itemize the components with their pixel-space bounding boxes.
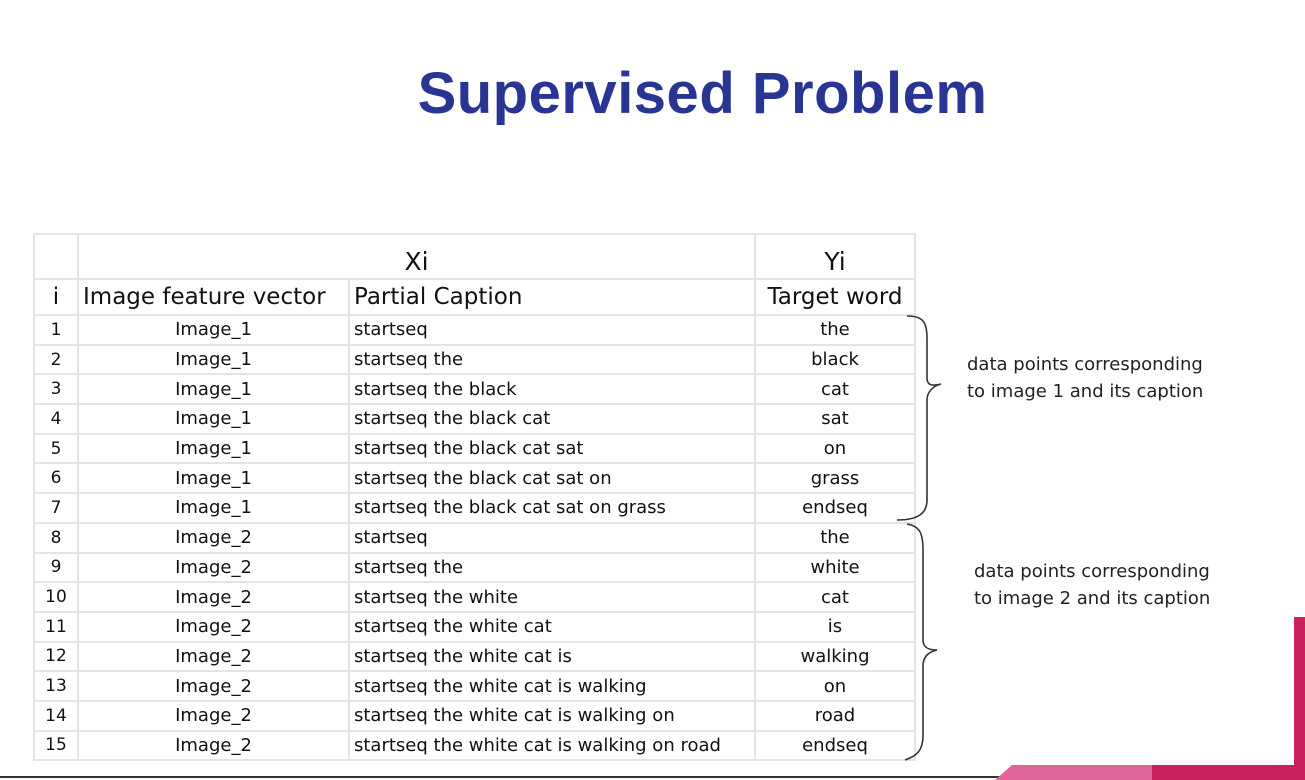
target-word-cell: walking [754,640,916,673]
image-feature-cell: Image_1 [77,462,350,495]
partial-caption-cell: startseq the white cat is [348,640,756,673]
row-index-cell: 15 [33,729,79,762]
row-index-cell: 2 [33,343,79,376]
partial-caption-cell: startseq the white cat is walking on roa… [348,729,756,762]
row-index-cell: 12 [33,640,79,673]
training-data-table: Xi Yi i Image feature vector Partial Cap… [33,233,916,762]
target-word-cell: white [754,551,916,584]
partial-caption-cell: startseq the [348,343,756,376]
table-row: 14 Image_2 startseq the white cat is walki… [33,699,916,732]
table-row: 13 Image_2 startseq the white cat is walki… [33,670,916,702]
partial-caption-cell: startseq the black cat sat [348,432,756,465]
target-word-cell: is [754,610,916,643]
image-feature-cell: Image_2 [77,610,350,643]
table-row: 1 Image_1 startseq the [33,314,916,346]
image-feature-cell: Image_2 [77,521,350,554]
target-word-cell: cat [754,373,916,406]
table-row: 8 Image_2 startseq the [33,521,916,554]
target-word-cell: sat [754,403,916,435]
row-index-cell: 10 [33,581,79,613]
table-row: 11 Image_2 startseq the white cat is [33,610,916,643]
group2-brace [904,523,938,761]
xi-header: Xi [77,233,756,280]
group1-annotation: data points corresponding to image 1 and… [967,351,1203,405]
footer-rule [0,776,1000,778]
partial-caption-cell: startseq the [348,551,756,584]
row-index-cell: 14 [33,699,79,732]
column-header-target: Target word [754,278,916,316]
group2-annotation-line1: data points corresponding [974,561,1210,582]
table-row: 6 Image_1 startseq the black cat sat on gra… [33,462,916,495]
target-word-cell: cat [754,581,916,613]
row-index-cell: 3 [33,373,79,406]
image-feature-cell: Image_1 [77,343,350,376]
image-feature-cell: Image_2 [77,551,350,584]
partial-caption-cell: startseq the black cat sat on [348,462,756,495]
image-feature-cell: Image_1 [77,314,350,346]
column-header-caption: Partial Caption [348,278,756,316]
partial-caption-cell: startseq the white cat is walking [348,670,756,702]
group1-annotation-line1: data points corresponding [967,354,1203,375]
target-word-cell: on [754,670,916,702]
row-index-cell: 9 [33,551,79,584]
partial-caption-cell: startseq the white cat [348,610,756,643]
image-feature-cell: Image_1 [77,492,350,524]
partial-caption-cell: startseq [348,314,756,346]
target-word-cell: endseq [754,729,916,762]
row-index-cell: 7 [33,492,79,524]
target-word-cell: road [754,699,916,732]
group1-annotation-line2: to image 1 and its caption [967,381,1204,402]
table-row: 4 Image_1 startseq the black cat sat [33,403,916,435]
corner-accent-bar [1294,617,1305,780]
image-feature-cell: Image_2 [77,581,350,613]
image-feature-cell: Image_1 [77,373,350,406]
row-index-cell: 1 [33,314,79,346]
row-index-cell: 13 [33,670,79,702]
partial-caption-cell: startseq the black cat sat on grass [348,492,756,524]
table-row: 7 Image_1 startseq the black cat sat on gr… [33,492,916,524]
row-index-cell: 5 [33,432,79,465]
image-feature-cell: Image_1 [77,403,350,435]
table-row: 2 Image_1 startseq the black [33,343,916,376]
partial-caption-cell: startseq the white cat is walking on [348,699,756,732]
partial-caption-cell: startseq [348,521,756,554]
column-header-image: Image feature vector [77,278,350,316]
footer-accent-pink [995,765,1165,780]
table-row: 10 Image_2 startseq the white cat [33,581,916,613]
target-word-cell: grass [754,462,916,495]
target-word-cell: endseq [754,492,916,524]
image-feature-cell: Image_2 [77,729,350,762]
row-index-cell: 11 [33,610,79,643]
slide-title: Supervised Problem [417,61,988,126]
target-word-cell: the [754,314,916,346]
image-feature-cell: Image_2 [77,670,350,702]
row-index-cell: 4 [33,403,79,435]
table-row: 12 Image_2 startseq the white cat is walkin… [33,640,916,673]
group2-annotation-line2: to image 2 and its caption [974,588,1211,609]
partial-caption-cell: startseq the black [348,373,756,406]
row-index-cell: 6 [33,462,79,495]
row-index-cell: 8 [33,521,79,554]
table-row: 3 Image_1 startseq the black cat [33,373,916,406]
image-feature-cell: Image_2 [77,640,350,673]
yi-header: Yi [754,233,916,280]
partial-caption-cell: startseq the black cat [348,403,756,435]
column-header-i: i [33,278,79,316]
table-row: 5 Image_1 startseq the black cat sat on [33,432,916,465]
image-feature-cell: Image_1 [77,432,350,465]
partial-caption-cell: startseq the white [348,581,756,613]
column-header-row: i Image feature vector Partial Caption T… [33,278,916,316]
target-word-cell: black [754,343,916,376]
footer-accent-crimson [1152,765,1305,780]
image-feature-cell: Image_2 [77,699,350,732]
group1-brace [896,315,942,521]
table-row: 9 Image_2 startseq the white [33,551,916,584]
table-row: 15 Image_2 startseq the white cat is walki… [33,729,916,762]
group2-annotation: data points corresponding to image 2 and… [974,558,1210,612]
target-word-cell: on [754,432,916,465]
group-header-row: Xi Yi [33,233,916,280]
target-word-cell: the [754,521,916,554]
corner-cell [33,233,79,280]
slide: Supervised Problem Xi Yi i Image feature… [0,0,1305,780]
